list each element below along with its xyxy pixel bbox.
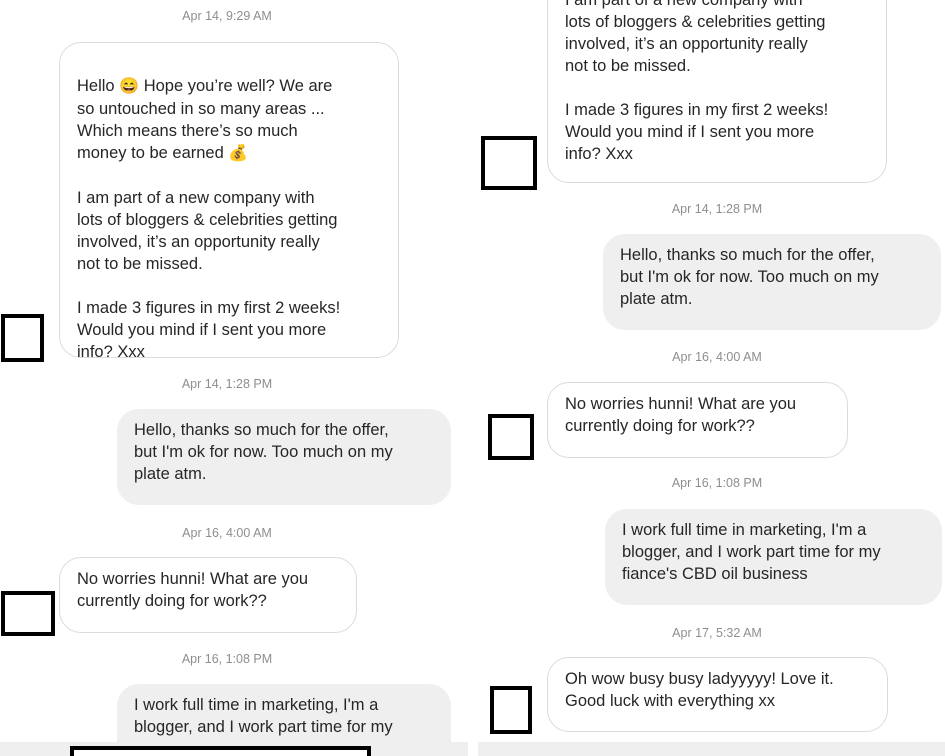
timestamp: Apr 16, 1:08 PM <box>671 476 763 490</box>
message-text: Hope you’re well? We are <box>139 77 333 95</box>
grinning-face-icon: 😄 <box>119 78 140 95</box>
chat-panel-right: I am part of a new company with lots of … <box>478 0 945 756</box>
message-text: so untouched in so many areas ... Which … <box>77 100 325 162</box>
incoming-message: Oh wow busy busy ladyyyyy! Love it. Good… <box>547 657 888 732</box>
timestamp: Apr 16, 4:00 AM <box>672 350 762 364</box>
message-text: Hello <box>77 77 120 95</box>
timestamp: Apr 16, 4:00 AM <box>182 526 272 540</box>
outgoing-message: Hello, thanks so much for the offer, but… <box>603 234 941 330</box>
avatar-placeholder-icon[interactable] <box>481 136 537 190</box>
avatar-placeholder-icon[interactable] <box>1 591 55 636</box>
money-bag-icon: 💰 <box>228 145 249 162</box>
timestamp: Apr 14, 1:28 PM <box>671 202 763 216</box>
avatar-placeholder-icon[interactable] <box>1 314 44 362</box>
redaction-box <box>70 746 371 756</box>
outgoing-message: Hello, thanks so much for the offer, but… <box>117 409 451 505</box>
outgoing-message: I work full time in marketing, I'm a blo… <box>605 509 942 605</box>
avatar-placeholder-icon[interactable] <box>488 414 534 460</box>
incoming-message: No worries hunni! What are you currently… <box>59 557 357 633</box>
incoming-message: Hello 😄 Hope you’re well? We are so unto… <box>59 42 399 361</box>
timestamp: Apr 14, 1:28 PM <box>181 377 273 391</box>
timestamp: Apr 17, 5:32 AM <box>672 626 762 640</box>
avatar-placeholder-icon[interactable] <box>490 686 532 734</box>
timestamp: Apr 14, 9:29 AM <box>182 9 272 23</box>
incoming-message: No worries hunni! What are you currently… <box>547 382 848 458</box>
composer-bar[interactable] <box>478 742 945 756</box>
message-text: I am part of a new company with lots of … <box>77 189 341 361</box>
chat-panel-left: Apr 14, 9:29 AM Hello 😄 Hope you’re well… <box>0 0 468 756</box>
panel-divider <box>468 0 478 756</box>
incoming-message: I am part of a new company with lots of … <box>547 0 887 183</box>
timestamp: Apr 16, 1:08 PM <box>181 652 273 666</box>
